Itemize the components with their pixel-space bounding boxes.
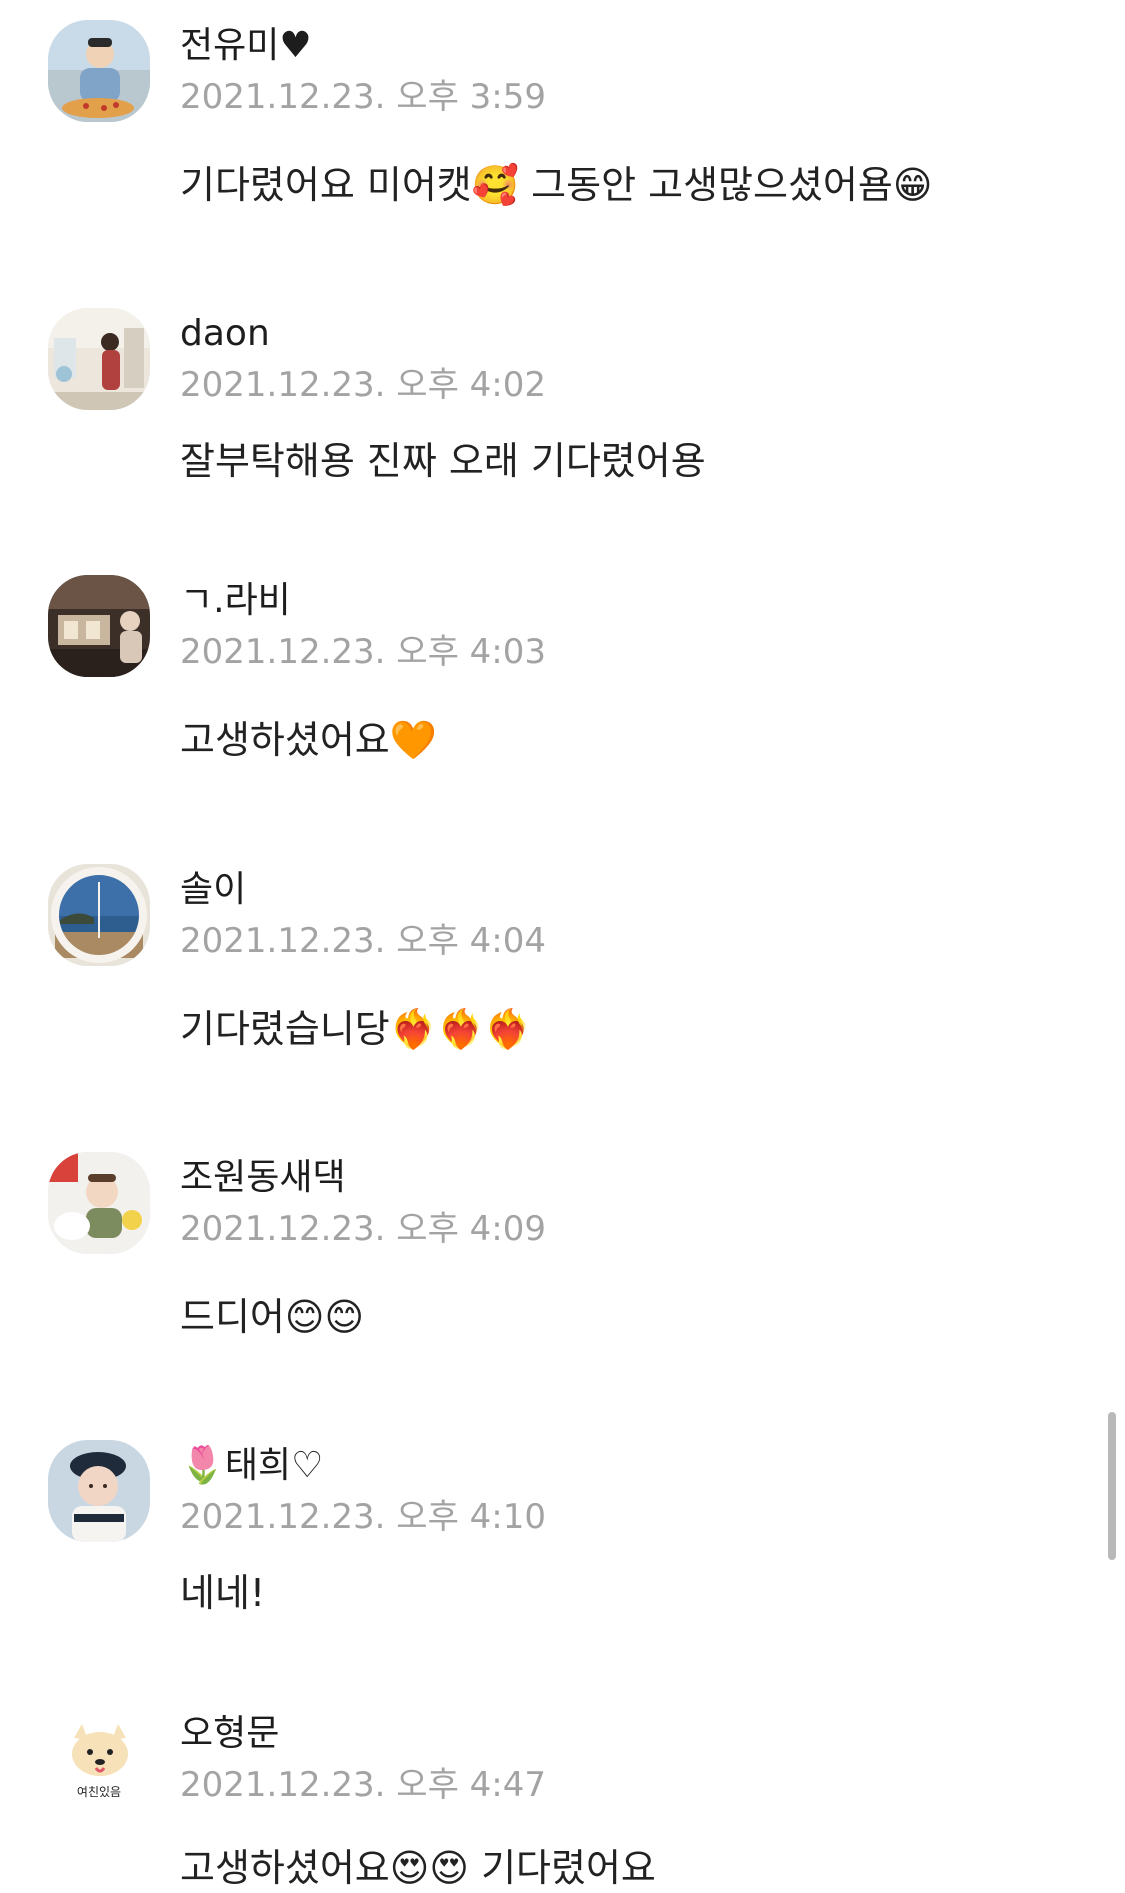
comment-timestamp: 2021.12.23. 오후 4:02 xyxy=(180,365,547,405)
user-avatar[interactable]: 여친있음 xyxy=(48,1708,150,1810)
avatar-dog-sticker: 여친있음 xyxy=(48,1708,150,1810)
comment-timestamp: 2021.12.23. 오후 4:03 xyxy=(180,632,547,672)
avatar-photo-baby xyxy=(48,1152,150,1254)
comment-text: 기다렸습니당❤️‍🔥❤️‍🔥❤️‍🔥 xyxy=(180,1007,532,1051)
avatar-photo-woman-room xyxy=(48,308,150,410)
comment-author[interactable]: 오형문 xyxy=(180,1712,279,1756)
scrollbar-thumb[interactable] xyxy=(1108,1412,1116,1560)
comment-timestamp: 2021.12.23. 오후 4:09 xyxy=(180,1209,547,1249)
user-avatar[interactable] xyxy=(48,20,150,122)
comment-text: 기다렸어요 미어캣🥰 그동안 고생많으셨어욤😁 xyxy=(180,163,933,207)
avatar-photo-woman-beret xyxy=(48,1440,150,1542)
comment-author[interactable]: daon xyxy=(180,312,270,356)
comment-author[interactable]: 전유미♥ xyxy=(180,24,312,68)
comment-author[interactable]: 솔이 xyxy=(180,868,246,912)
comment-text: 고생하셨어요🧡 xyxy=(180,718,438,762)
comment-author[interactable]: ㄱ.라비 xyxy=(180,579,291,623)
user-avatar[interactable] xyxy=(48,308,150,410)
user-avatar[interactable] xyxy=(48,575,150,677)
user-avatar[interactable] xyxy=(48,864,150,966)
avatar-sticker-caption: 여친있음 xyxy=(77,1785,121,1799)
comment-text: 고생하셨어요😍😍 기다렸어요 xyxy=(180,1846,656,1890)
comment-timestamp: 2021.12.23. 오후 4:04 xyxy=(180,921,547,961)
avatar-photo-cafe-interior xyxy=(48,575,150,677)
comment-timestamp: 2021.12.23. 오후 4:47 xyxy=(180,1765,547,1805)
comment-text: 네네! xyxy=(180,1571,266,1615)
user-avatar[interactable] xyxy=(48,1440,150,1542)
comment-timestamp: 2021.12.23. 오후 3:59 xyxy=(180,77,547,117)
comment-timestamp: 2021.12.23. 오후 4:10 xyxy=(180,1497,547,1537)
comment-text: 잘부탁해용 진짜 오래 기다렸어용 xyxy=(180,439,706,483)
avatar-photo-sea-window xyxy=(48,864,150,966)
comment-list: 전유미♥ 2021.12.23. 오후 3:59 기다렸어요 미어캣🥰 그동안 … xyxy=(0,0,1125,1890)
comment-author[interactable]: 🌷태희♡ xyxy=(180,1444,323,1488)
comment-text: 드디어😊😊 xyxy=(180,1295,365,1339)
avatar-photo-child-pizza xyxy=(48,20,150,122)
comment-author[interactable]: 조원동새댁 xyxy=(180,1156,346,1200)
user-avatar[interactable] xyxy=(48,1152,150,1254)
